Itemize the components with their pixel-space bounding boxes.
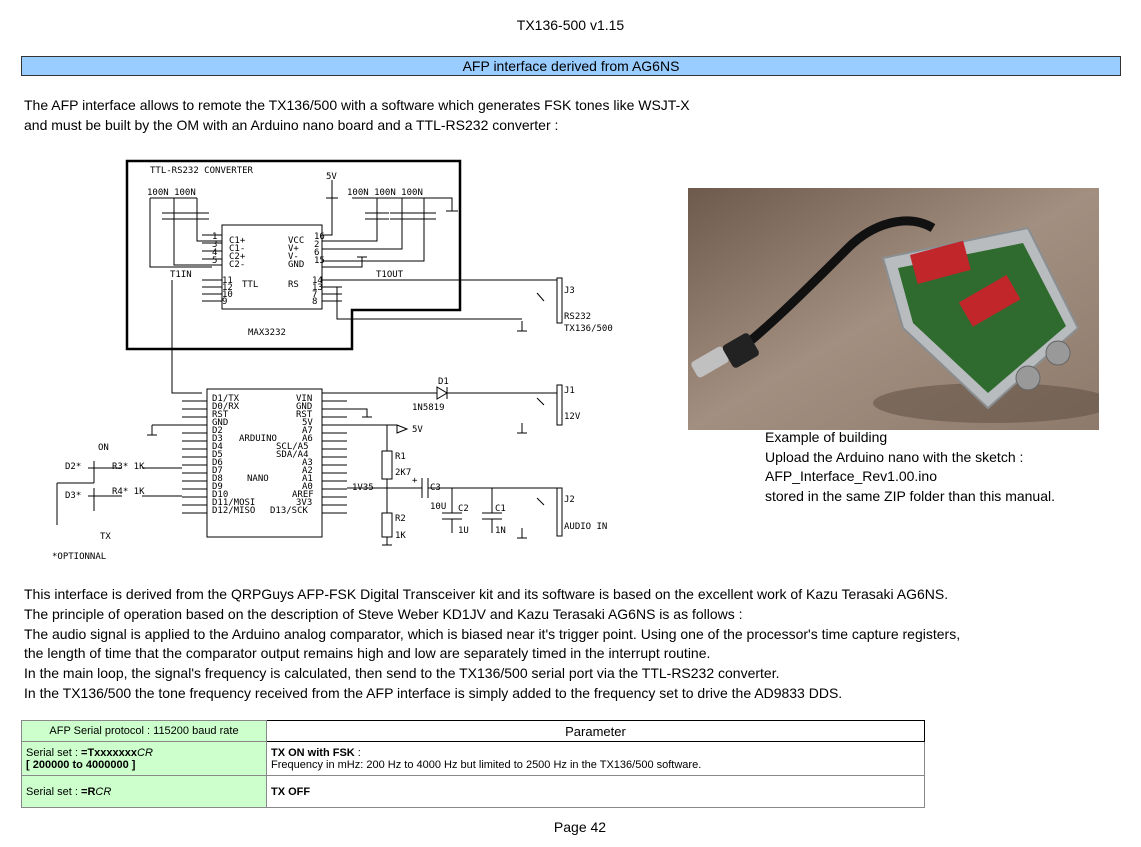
parameter-desc: Frequency in mHz: 200 Hz to 4000 Hz but …: [271, 758, 702, 771]
max-num: 5: [212, 256, 217, 266]
body-line: In the TX136/500 the tone frequency rece…: [24, 684, 843, 701]
j3-label: J3: [564, 286, 575, 296]
5v-tag: 5V: [412, 425, 423, 435]
ttl-label: TTL: [242, 280, 258, 290]
ttl-num: 9: [222, 297, 227, 307]
d2-label: D2*: [65, 462, 81, 472]
cap-left-label: 100N 100N: [147, 188, 196, 198]
ttl-num: 8: [312, 297, 317, 307]
description-paragraph: This interface is derived from the QRPGu…: [24, 585, 960, 704]
cap-right-label: 100N 100N 100N: [347, 188, 423, 198]
j1-label: J1: [564, 386, 575, 396]
parameter-colon: :: [354, 746, 361, 759]
r2-label: R2: [395, 514, 406, 524]
caption-line: stored in the same ZIP folder than this …: [765, 487, 1056, 504]
build-photo: [688, 188, 1099, 430]
photo-caption: Example of building Upload the Arduino n…: [765, 428, 1055, 506]
j3-desc: RS232: [564, 312, 591, 322]
caption-line: Example of building: [765, 429, 888, 445]
d1-part: 1N5819: [412, 403, 445, 413]
cap-right: [365, 198, 436, 233]
c1-label: C1: [495, 504, 506, 514]
c3-value: 10U: [430, 502, 446, 512]
parameter-cell: TX OFF: [266, 775, 925, 808]
c1-value: 1N: [495, 526, 506, 536]
command-prefix: Serial set :: [26, 746, 82, 759]
d3-label: D3*: [65, 491, 81, 501]
table-header-parameter: Parameter: [266, 720, 925, 742]
max-pin: C2-: [229, 260, 245, 270]
d1-label: D1: [438, 377, 449, 387]
supply-line: [322, 180, 338, 236]
max-pin: GND: [288, 260, 304, 270]
section-heading: AFP interface derived from AG6NS: [21, 56, 1121, 76]
table-header-protocol: AFP Serial protocol : 115200 baud rate: [21, 720, 267, 742]
r1-value: 2K7: [395, 468, 411, 478]
command-cell: Serial set : =RCR: [21, 775, 267, 808]
led-on-label: ON: [98, 443, 109, 453]
r1-label: R1: [395, 452, 406, 462]
command-code: =R: [81, 785, 96, 798]
nano-name: NANO: [247, 474, 269, 484]
j3-desc: TX136/500: [564, 324, 613, 334]
c3-plus: +: [412, 476, 418, 486]
arduino-name: ARDUINO: [239, 434, 277, 444]
body-line: In the main loop, the signal's frequency…: [24, 665, 780, 682]
r2-value: 1K: [395, 531, 406, 541]
t1in-label: T1IN: [170, 270, 192, 280]
ard-pin: D13/SCK: [270, 506, 309, 516]
intro-line: The AFP interface allows to remote the T…: [24, 97, 690, 113]
max-num: 15: [314, 256, 325, 266]
parameter-title: TX OFF: [271, 785, 311, 798]
supply-label: 5V: [326, 172, 337, 182]
r4-label: R4* 1K: [112, 487, 145, 497]
bias-voltage: 1V35: [352, 483, 374, 493]
j1-desc: 12V: [564, 412, 581, 422]
t1out-label: T1OUT: [376, 270, 404, 280]
table-header-row: AFP Serial protocol : 115200 baud rate P…: [21, 720, 925, 742]
schematic-diagram: TTL-RS232 CONVERTER 100N 100N 100N 100N …: [52, 159, 613, 562]
optional-note: *OPTIONNAL: [52, 552, 106, 562]
c3-label: C3: [430, 483, 441, 493]
table-row: Serial set : =RCR TX OFF: [21, 775, 925, 808]
intro-paragraph: The AFP interface allows to remote the T…: [24, 96, 690, 135]
r3-label: R3* 1K: [112, 462, 145, 472]
c2-value: 1U: [458, 526, 469, 536]
cap-right-wires: [322, 197, 458, 262]
led-tx-label: TX: [100, 532, 111, 542]
parameter-cell: TX ON with FSK : Frequency in mHz: 200 H…: [266, 741, 925, 776]
body-line: This interface is derived from the QRPGu…: [24, 586, 949, 602]
command-prefix: Serial set :: [26, 785, 82, 798]
rs-label: RS: [288, 280, 299, 290]
caption-line: AFP_Interface_Rev1.00.ino: [765, 468, 937, 484]
intro-line: and must be built by the OM with an Ardu…: [24, 116, 559, 133]
protocol-table: AFP Serial protocol : 115200 baud rate P…: [21, 720, 925, 808]
ard-pin: D12/MISO: [212, 506, 255, 516]
command-code: =Txxxxxxx: [81, 746, 137, 759]
body-line: the length of time that the comparator o…: [24, 645, 711, 662]
j2-desc: AUDIO IN: [564, 522, 607, 532]
c2-label: C2: [458, 504, 469, 514]
body-line: The audio signal is applied to the Ardui…: [24, 625, 961, 642]
page-number: Page 42: [553, 819, 607, 835]
document-title: TX136-500 v1.15: [516, 17, 625, 33]
command-cr: CR: [137, 746, 153, 759]
command-cr: CR: [95, 785, 112, 798]
j2-label: J2: [564, 495, 575, 505]
command-cell: Serial set : =TxxxxxxxCR [ 200000 to 400…: [21, 741, 267, 776]
caption-line: Upload the Arduino nano with the sketch …: [765, 448, 1024, 465]
parameter-title: TX ON with FSK: [271, 746, 355, 759]
command-range: [ 200000 to 4000000 ]: [26, 758, 136, 771]
cap-left: [162, 198, 209, 228]
body-line: The principle of operation based on the …: [24, 605, 743, 622]
max-name: MAX3232: [248, 328, 286, 338]
table-row: Serial set : =TxxxxxxxCR [ 200000 to 400…: [21, 741, 925, 776]
converter-title: TTL-RS232 CONVERTER: [150, 166, 254, 176]
